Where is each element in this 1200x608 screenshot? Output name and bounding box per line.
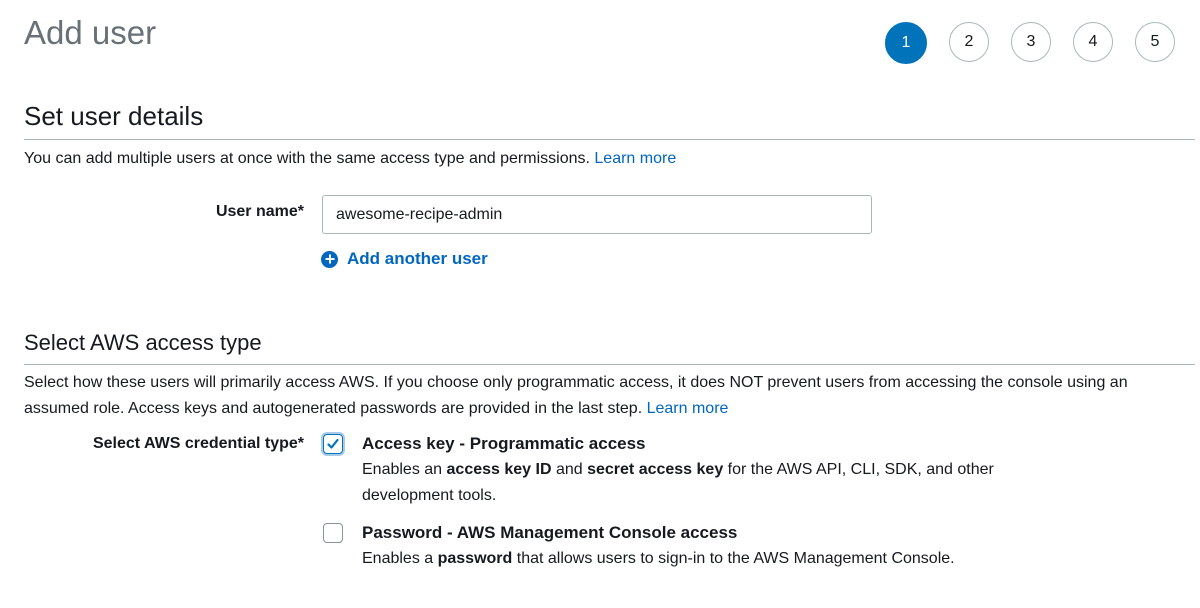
desc-text: Enables an — [362, 461, 447, 478]
section-title-access-type: Select AWS access type — [24, 330, 262, 355]
desc-text: and — [551, 461, 588, 478]
credential-type-label: Select AWS credential type* — [92, 435, 304, 452]
plus-circle-icon — [321, 250, 338, 268]
wizard-steps: 1 2 3 4 5 — [885, 22, 1175, 64]
checkmark-icon — [327, 438, 339, 449]
user-details-description: You can add multiple users at once with … — [24, 146, 1195, 172]
password-option-title: Password - AWS Management Console access — [362, 523, 738, 542]
learn-more-link[interactable]: Learn more — [594, 150, 676, 167]
desc-text: that allows users to sign-in to the AWS … — [512, 550, 955, 567]
access-type-description: Select how these users will primarily ac… — [24, 370, 1195, 422]
section-divider — [24, 364, 1195, 365]
desc-bold-text: access key ID — [446, 461, 552, 478]
password-checkbox[interactable] — [323, 523, 343, 543]
step-2[interactable]: 2 — [949, 22, 989, 62]
learn-more-link[interactable]: Learn more — [647, 400, 729, 417]
access-key-checkbox[interactable] — [323, 434, 343, 454]
user-name-label: User name* — [215, 203, 304, 220]
add-another-user-button[interactable]: Add another user — [321, 249, 488, 269]
step-4[interactable]: 4 — [1073, 22, 1113, 62]
section-divider — [24, 139, 1195, 140]
desc-bold-text: password — [437, 550, 513, 567]
section-title-user-details: Set user details — [24, 101, 204, 131]
user-details-description-text: You can add multiple users at once with … — [24, 150, 590, 167]
password-option-description: Enables a password that allows users to … — [362, 546, 1182, 572]
step-1[interactable]: 1 — [885, 22, 927, 64]
page-title: Add user — [24, 14, 157, 51]
add-another-user-label: Add another user — [347, 249, 488, 268]
access-key-option-description: Enables an access key ID and secret acce… — [362, 457, 1022, 509]
access-key-option-title: Access key - Programmatic access — [362, 434, 646, 453]
desc-bold-text: secret access key — [587, 461, 724, 478]
step-3[interactable]: 3 — [1011, 22, 1051, 62]
access-type-description-text: Select how these users will primarily ac… — [24, 374, 1128, 417]
user-name-input[interactable] — [322, 195, 872, 234]
step-5[interactable]: 5 — [1135, 22, 1175, 62]
desc-text: Enables a — [362, 550, 438, 567]
